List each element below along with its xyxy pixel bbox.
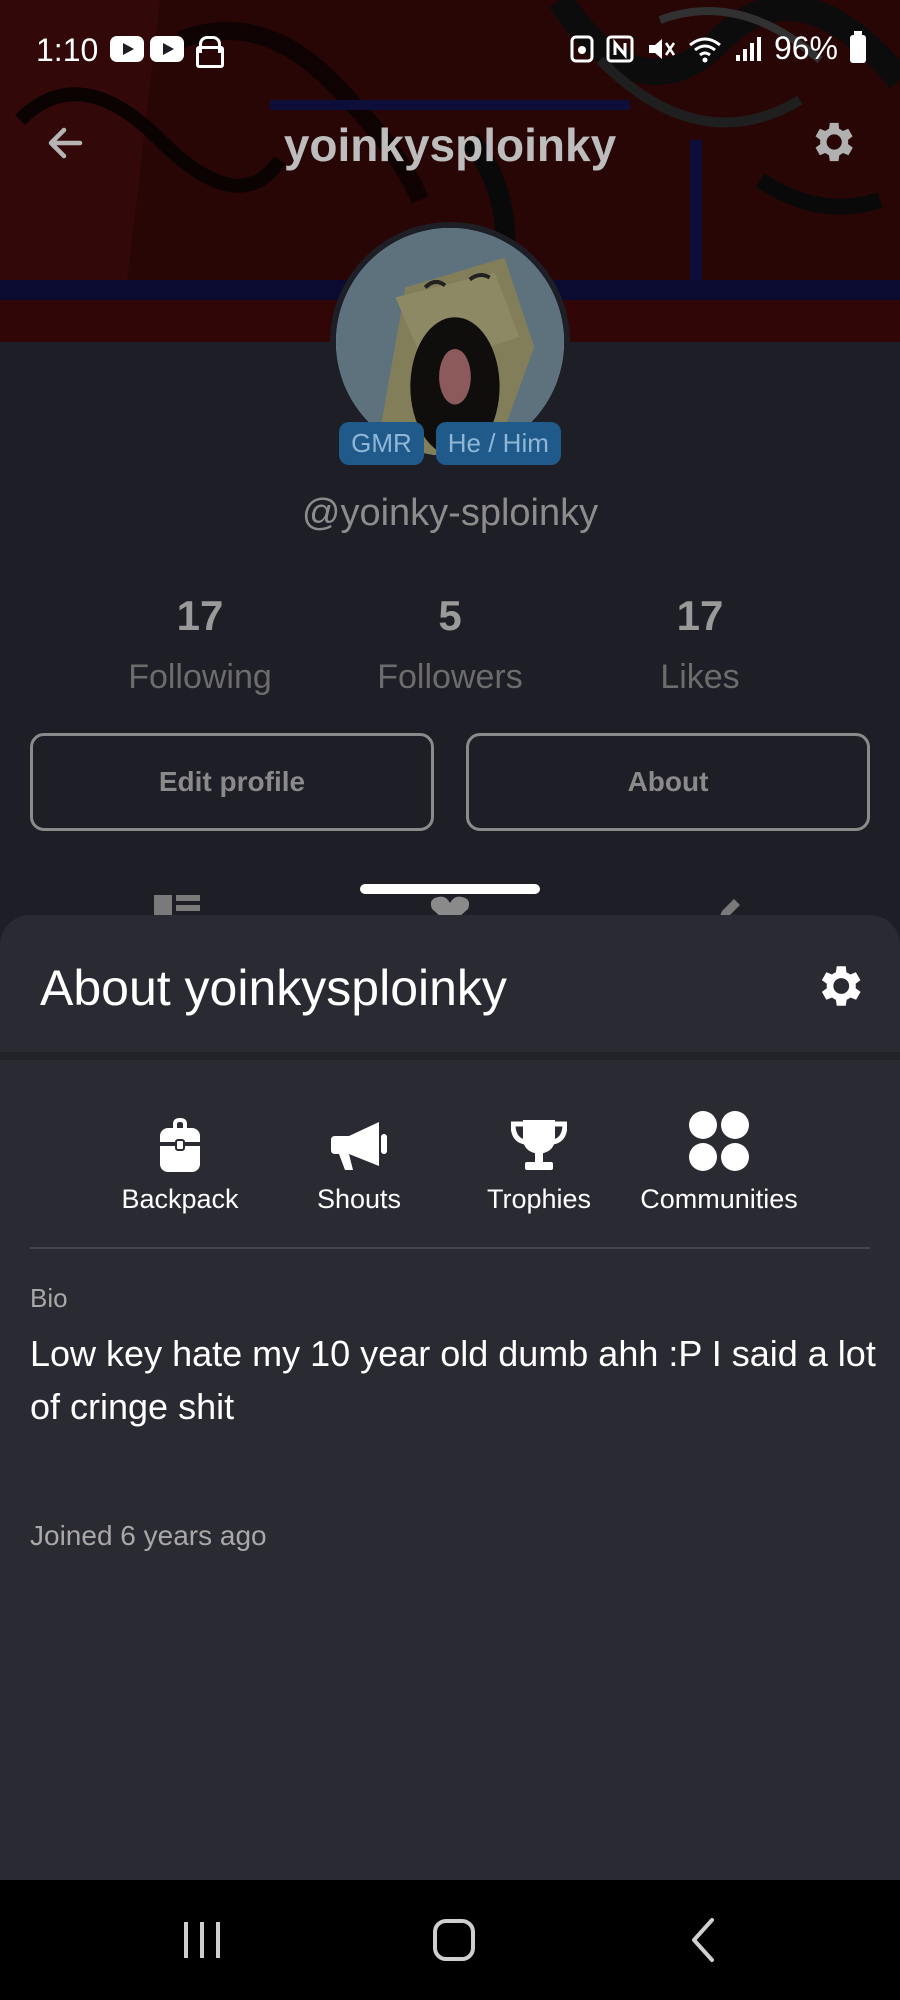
bio-text: Low key hate my 10 year old dumb ahh :P … <box>30 1333 876 1427</box>
lock-icon <box>196 36 224 68</box>
sim-icon <box>570 35 594 62</box>
about-bottom-sheet: About yoinkysploinky Backpack Shouts Tro… <box>0 915 900 1880</box>
sheet-drag-handle[interactable] <box>360 884 540 894</box>
stat-following-label: Following <box>128 658 272 696</box>
about-button[interactable]: About <box>466 733 870 831</box>
backpack-label: Backpack <box>121 1184 239 1214</box>
shouts-button[interactable]: Shouts <box>264 1110 454 1215</box>
system-nav-bar <box>0 1880 900 2000</box>
stat-followers[interactable]: 5 Followers <box>330 592 570 697</box>
stat-following-count: 17 <box>176 592 224 639</box>
battery-percent: 96% <box>773 30 838 66</box>
nfc-icon <box>606 35 634 62</box>
megaphone-icon <box>264 1110 454 1172</box>
status-bar: 1:10 96% <box>0 0 900 100</box>
backpack-icon <box>85 1110 275 1172</box>
gear-icon[interactable] <box>806 116 866 176</box>
edit-profile-button[interactable]: Edit profile <box>30 733 434 831</box>
back-icon[interactable] <box>666 1910 746 1970</box>
profile-top-nav: yoinkysploinky <box>0 110 900 180</box>
tag-gmr: GMR <box>339 422 424 465</box>
shouts-label: Shouts <box>316 1184 402 1214</box>
communities-label: Communities <box>640 1184 798 1214</box>
stat-followers-label: Followers <box>377 658 523 696</box>
joined-date: Joined 6 years ago <box>30 1520 267 1551</box>
stat-likes-count: 17 <box>676 592 724 639</box>
stat-likes[interactable]: 17 Likes <box>580 592 820 697</box>
trophies-button[interactable]: Trophies <box>444 1110 634 1215</box>
stat-following[interactable]: 17 Following <box>80 592 320 697</box>
signal-icon <box>735 36 761 61</box>
bio-label: Bio <box>30 1283 68 1313</box>
profile-username-title: yoinkysploinky <box>283 119 617 171</box>
youtube-icon <box>110 36 144 62</box>
sheet-title: About yoinkysploinky <box>40 960 507 1016</box>
status-right-icons: 96% <box>570 30 866 67</box>
trophy-icon <box>444 1110 634 1172</box>
stat-followers-count: 5 <box>438 592 462 639</box>
wifi-icon <box>689 37 721 62</box>
battery-icon <box>850 30 866 63</box>
status-left-icons <box>110 36 224 68</box>
communities-icon <box>624 1110 814 1172</box>
profile-page-background: yoinkysploinky GMR He / Him @yoinky-splo… <box>0 0 900 960</box>
youtube-icon <box>150 36 184 62</box>
stat-likes-label: Likes <box>660 658 740 696</box>
sheet-header: About yoinkysploinky <box>0 915 900 1060</box>
recent-apps-icon[interactable] <box>162 1910 242 1970</box>
about-shortcuts: Backpack Shouts Trophies Communities <box>0 1110 900 1230</box>
backpack-button[interactable]: Backpack <box>85 1110 275 1215</box>
mute-icon <box>648 38 675 59</box>
status-time: 1:10 <box>36 32 99 68</box>
profile-tags: GMR He / Him <box>0 422 900 465</box>
home-icon[interactable] <box>414 1910 494 1970</box>
profile-handle: @yoinky-sploinky <box>301 492 599 534</box>
divider <box>30 1247 870 1249</box>
communities-button[interactable]: Communities <box>624 1110 814 1215</box>
gear-icon[interactable] <box>812 959 866 1013</box>
trophies-label: Trophies <box>486 1184 592 1214</box>
tag-pronouns: He / Him <box>435 422 561 465</box>
